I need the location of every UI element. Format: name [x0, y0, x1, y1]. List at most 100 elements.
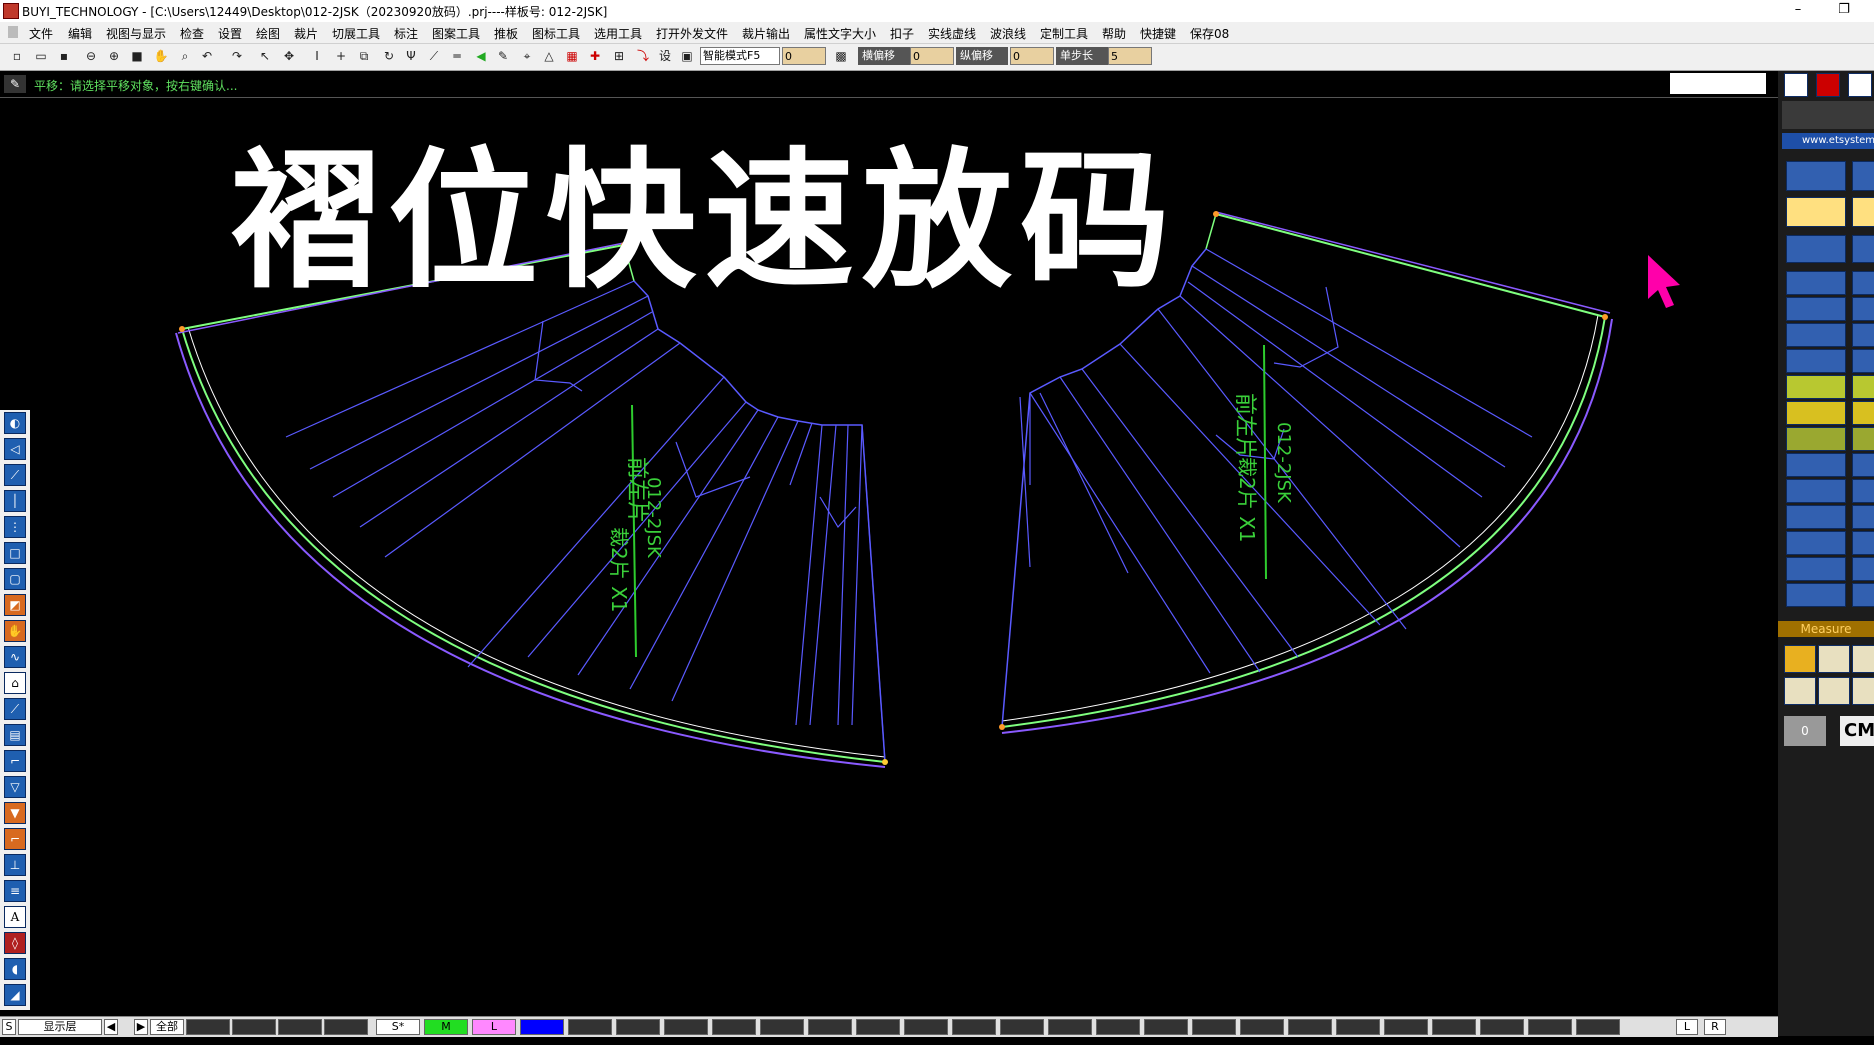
- menu-annotate[interactable]: 标注: [394, 25, 418, 42]
- menu-custom-tools[interactable]: 定制工具: [1040, 25, 1088, 42]
- left-tool-step-icon[interactable]: ⌐: [4, 828, 26, 850]
- panel-tool-16[interactable]: [1786, 583, 1846, 607]
- layer-slot-13[interactable]: [952, 1019, 996, 1035]
- left-tool-arrow-icon[interactable]: ◁: [4, 438, 26, 460]
- all-button[interactable]: 全部: [150, 1019, 184, 1035]
- layer-slot-1[interactable]: [186, 1019, 230, 1035]
- menu-select-tools[interactable]: 选用工具: [594, 25, 642, 42]
- settings-icon[interactable]: 设: [656, 47, 674, 65]
- text-cursor-icon[interactable]: I: [308, 47, 326, 65]
- panel-tool-11b[interactable]: [1852, 453, 1874, 477]
- layer-slot-20[interactable]: [1288, 1019, 1332, 1035]
- panel-tool-7b[interactable]: [1852, 349, 1874, 373]
- undo-icon[interactable]: ↶: [198, 47, 216, 65]
- size-m-button[interactable]: M: [424, 1019, 468, 1035]
- left-tool-pointer-icon[interactable]: ◐: [4, 412, 26, 434]
- menu-pattern-tools[interactable]: 图案工具: [432, 25, 480, 42]
- v-offset-input[interactable]: 0: [1010, 47, 1054, 65]
- menu-attr-text-size[interactable]: 属性文字大小: [804, 25, 876, 42]
- step-input[interactable]: 5: [1108, 47, 1152, 65]
- zoom-in-icon[interactable]: ⊕: [105, 47, 123, 65]
- s-button[interactable]: S: [2, 1019, 16, 1035]
- layer-slot-6[interactable]: [616, 1019, 660, 1035]
- size-s-button[interactable]: S*: [376, 1019, 420, 1035]
- left-tool-curve-icon[interactable]: ∿: [4, 646, 26, 668]
- pan-hand-icon[interactable]: ✋: [152, 47, 170, 65]
- layout-icon[interactable]: ▣: [678, 47, 696, 65]
- layer-display-button[interactable]: 显示层: [18, 1019, 102, 1035]
- menu-piece-output[interactable]: 裁片输出: [742, 25, 790, 42]
- layer-slot-21[interactable]: [1336, 1019, 1380, 1035]
- layer-slot-9[interactable]: [760, 1019, 804, 1035]
- layer-slot-8[interactable]: [712, 1019, 756, 1035]
- left-tool-split-icon[interactable]: ⋮: [4, 516, 26, 538]
- new-file-icon[interactable]: ▫: [8, 47, 26, 65]
- record-icon[interactable]: [1784, 73, 1808, 97]
- panel-tool-4b[interactable]: [1852, 271, 1874, 295]
- layer-slot-22[interactable]: [1384, 1019, 1428, 1035]
- left-tool-orange-icon[interactable]: ◩: [4, 594, 26, 616]
- left-tool-shape-icon[interactable]: ◢: [4, 984, 26, 1006]
- left-tool-square-icon[interactable]: ▢: [4, 568, 26, 590]
- rotate-icon[interactable]: ↻: [380, 47, 398, 65]
- left-tool-rect-icon[interactable]: □: [4, 542, 26, 564]
- notch-icon[interactable]: ⌖: [518, 47, 536, 65]
- layer-slot-23[interactable]: [1432, 1019, 1476, 1035]
- menu-slash-tools[interactable]: 切展工具: [332, 25, 380, 42]
- panel-tool-5[interactable]: [1786, 297, 1846, 321]
- left-tool-house-icon[interactable]: ⌂: [4, 672, 26, 694]
- left-tool-drop-icon[interactable]: ◖: [4, 958, 26, 980]
- lock-icon[interactable]: ▩: [832, 47, 850, 65]
- layer-slot-24[interactable]: [1480, 1019, 1524, 1035]
- layer-slot-17[interactable]: [1144, 1019, 1188, 1035]
- menu-draw[interactable]: 绘图: [256, 25, 280, 42]
- green-tool-icon[interactable]: ◀: [472, 47, 490, 65]
- panel-tool-1[interactable]: [1786, 161, 1846, 191]
- panel-tool-12b[interactable]: [1852, 479, 1874, 503]
- menu-solid-dashed[interactable]: 实线虚线: [928, 25, 976, 42]
- pencil-icon[interactable]: ✎: [494, 47, 512, 65]
- panel-tool-5b[interactable]: [1852, 297, 1874, 321]
- panel-tool-3b[interactable]: [1852, 235, 1874, 263]
- next-button[interactable]: ▶: [134, 1019, 148, 1035]
- fork-icon[interactable]: Ψ: [402, 47, 420, 65]
- layer-slot-12[interactable]: [904, 1019, 948, 1035]
- panel-tool-4[interactable]: [1786, 271, 1846, 295]
- minimize-button[interactable]: –: [1776, 0, 1820, 22]
- zoom-window-icon[interactable]: ⌕: [176, 47, 194, 65]
- panel-tool-7[interactable]: [1786, 349, 1846, 373]
- move-icon[interactable]: ✥: [280, 47, 298, 65]
- layer-slot-2[interactable]: [232, 1019, 276, 1035]
- panel-tool-2b[interactable]: [1852, 197, 1874, 227]
- measure-line-icon[interactable]: [1784, 677, 1816, 705]
- layer-slot-16[interactable]: [1096, 1019, 1140, 1035]
- menu-grading[interactable]: 推板: [494, 25, 518, 42]
- zoom-fit-icon[interactable]: ■: [128, 47, 146, 65]
- layer-slot-18[interactable]: [1192, 1019, 1236, 1035]
- panel-tool-10[interactable]: [1786, 427, 1846, 451]
- panel-tool-15[interactable]: [1786, 557, 1846, 581]
- layer-slot-15[interactable]: [1048, 1019, 1092, 1035]
- measure-icon[interactable]: △: [540, 47, 558, 65]
- prev-button[interactable]: ◀: [104, 1019, 118, 1035]
- panel-tool-15b[interactable]: [1852, 557, 1874, 581]
- system-menu-icon[interactable]: [8, 26, 18, 38]
- angle-line-icon[interactable]: ⟋: [425, 47, 443, 65]
- panel-tool-9[interactable]: [1786, 401, 1846, 425]
- layer-slot-7[interactable]: [664, 1019, 708, 1035]
- left-tool-ruler-icon[interactable]: ⊥: [4, 854, 26, 876]
- picture-icon[interactable]: [1848, 73, 1872, 97]
- mode-select[interactable]: 智能模式F5: [700, 47, 780, 65]
- panel-tool-11[interactable]: [1786, 453, 1846, 477]
- left-tool-align-icon[interactable]: ≡: [4, 880, 26, 902]
- menu-pieces[interactable]: 裁片: [294, 25, 318, 42]
- layer-slot-25[interactable]: [1528, 1019, 1572, 1035]
- panel-tool-14[interactable]: [1786, 531, 1846, 555]
- select-arrow-icon[interactable]: ↖: [256, 47, 274, 65]
- marker-icon[interactable]: ⤵: [634, 47, 652, 65]
- parallel-line-icon[interactable]: ═: [448, 47, 466, 65]
- redo-icon[interactable]: ↷: [228, 47, 246, 65]
- menu-save08[interactable]: 保存08: [1190, 25, 1229, 42]
- left-pattern-piece[interactable]: 前左片 012-2JSK 裁2片 X1: [175, 242, 888, 768]
- field-1[interactable]: 0: [782, 47, 826, 65]
